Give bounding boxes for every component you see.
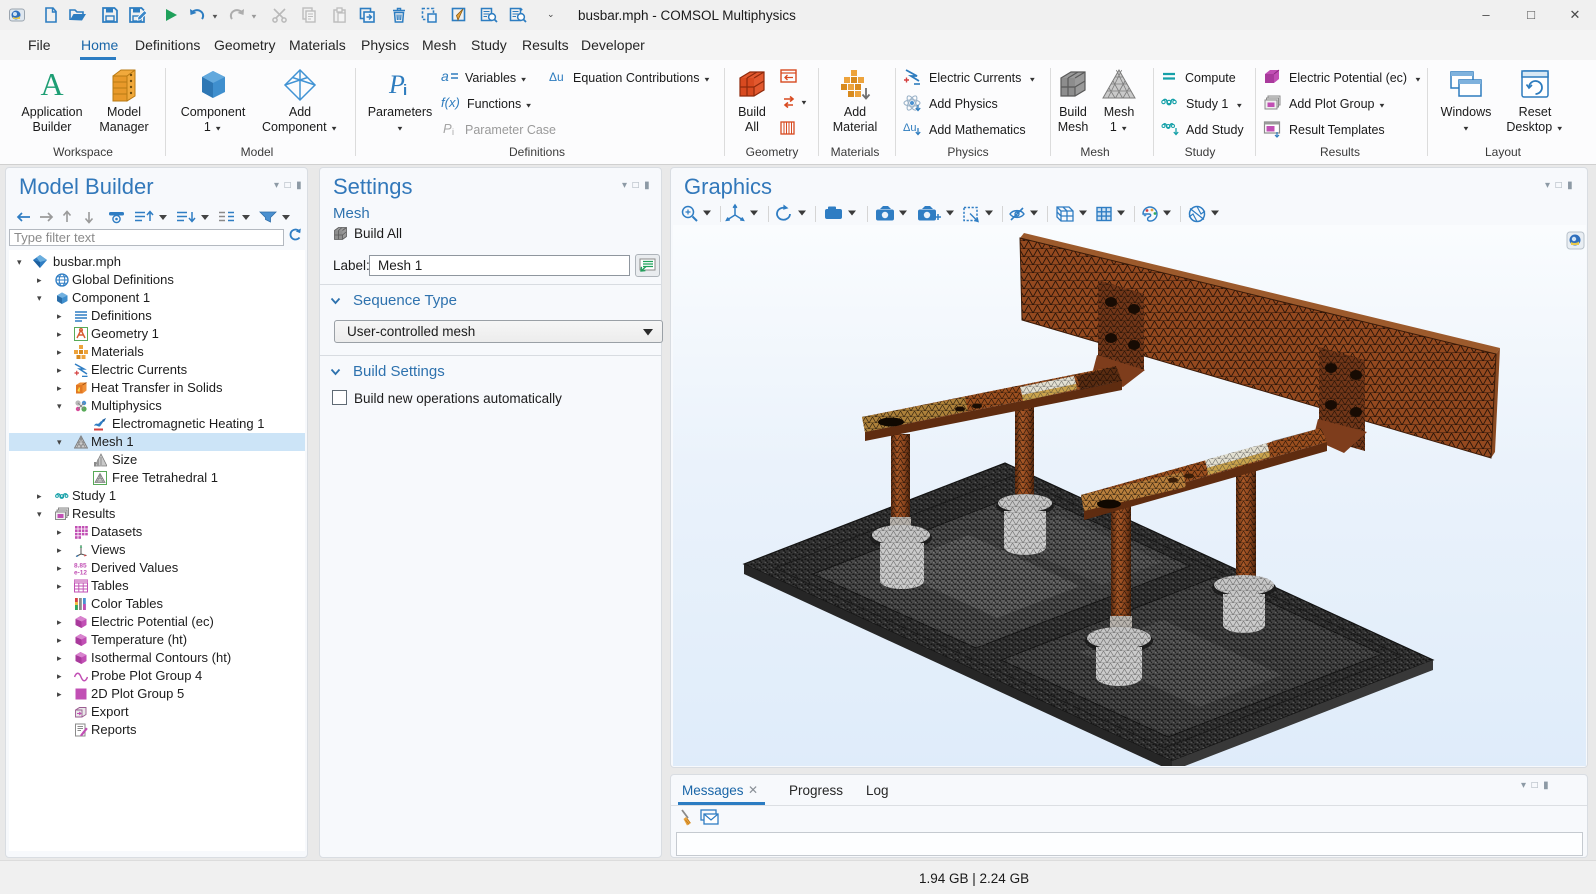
svg-text:Δu: Δu	[903, 122, 916, 134]
svg-text:i: i	[452, 127, 454, 137]
svg-text:P: P	[443, 121, 452, 136]
svg-text:Δu: Δu	[549, 70, 564, 84]
svg-text:8.85: 8.85	[74, 563, 87, 570]
svg-text:e-12: e-12	[74, 570, 87, 576]
svg-text:a: a	[441, 68, 449, 84]
svg-text:f(x): f(x)	[441, 95, 460, 110]
svg-text:i: i	[403, 82, 407, 98]
svg-text:A: A	[40, 68, 63, 100]
